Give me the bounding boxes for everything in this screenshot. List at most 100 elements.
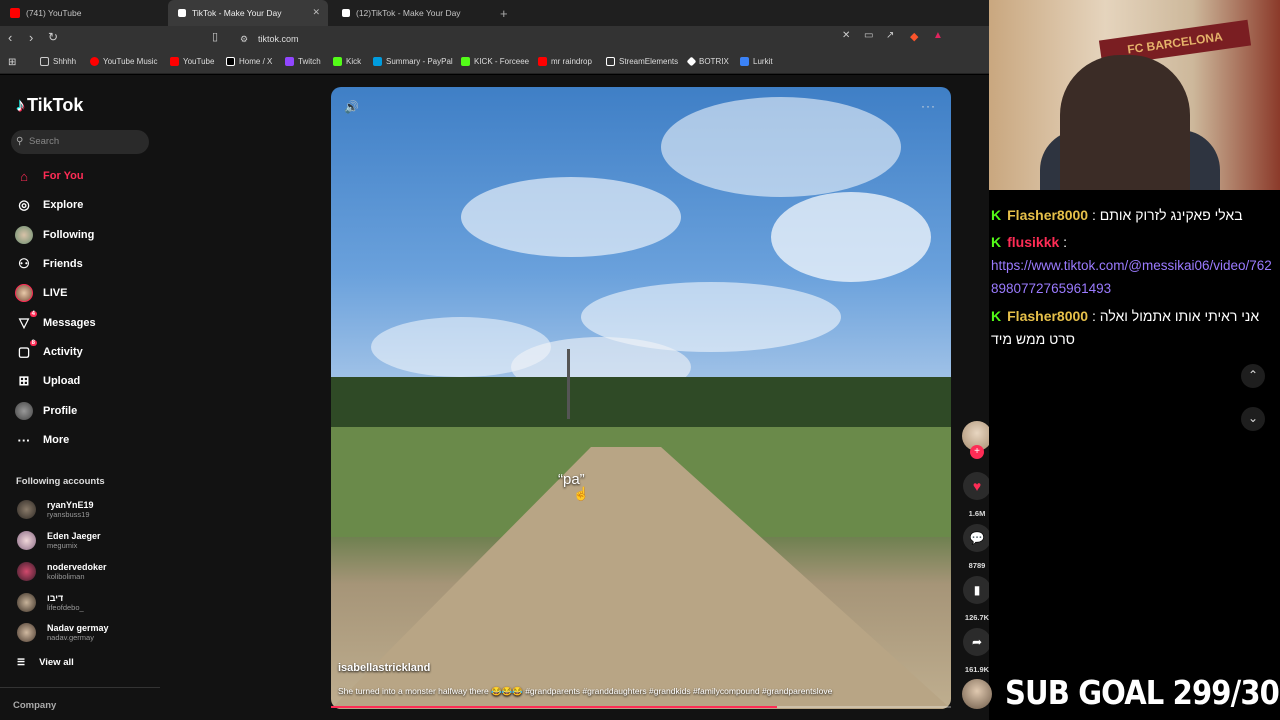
bookmark-streamelements[interactable]: StreamElements: [606, 57, 678, 66]
tiktok-logo[interactable]: ♪ TikTok: [16, 95, 83, 116]
save-count: 126.7K: [964, 613, 990, 622]
forward-icon[interactable]: ›: [29, 30, 33, 45]
following-account[interactable]: Eden Jaeger megumix: [17, 531, 101, 550]
search-input[interactable]: ⚲ Search: [11, 130, 149, 154]
following-accounts-title: Following accounts: [16, 476, 105, 487]
like-count: 1.6M: [968, 509, 986, 518]
compass-icon: ◎: [18, 197, 30, 212]
youtube-favicon-icon: [10, 8, 20, 18]
chat-username: Flasher8000: [1007, 308, 1089, 324]
brave-shield-icon[interactable]: ◆: [910, 30, 918, 43]
kick-badge-icon: K: [991, 234, 1002, 250]
friends-icon: ⚇: [18, 256, 30, 271]
bookmark-icon[interactable]: ▯: [212, 30, 218, 43]
cast-icon[interactable]: ▭: [864, 30, 873, 41]
nav-live[interactable]: LIVE: [15, 284, 67, 302]
bookmark-youtube-music[interactable]: YouTube Music: [90, 57, 158, 66]
view-all-link[interactable]: ☰ View all: [17, 657, 74, 668]
rewards-icon[interactable]: ▲: [933, 30, 943, 41]
nav-upload[interactable]: ⊞ Upload: [15, 372, 81, 390]
tab-tiktok-active[interactable]: TikTok - Make Your Day ✕: [168, 0, 328, 26]
nav-explore[interactable]: ◎ Explore: [15, 196, 83, 214]
nav-following[interactable]: Following: [15, 226, 94, 244]
bookmark-save-icon[interactable]: ▮: [963, 576, 991, 604]
tab-label: (741) YouTube: [26, 8, 82, 18]
share-arrow-icon[interactable]: ➦: [963, 628, 991, 656]
volume-icon[interactable]: 🔊: [344, 100, 359, 114]
plus-square-icon: ⊞: [18, 373, 30, 388]
chevron-up-icon[interactable]: ⌃: [1241, 364, 1265, 388]
nav-messages[interactable]: ▽ 4 Messages: [15, 311, 96, 332]
messages-badge: 4: [29, 311, 37, 317]
next-video-avatar[interactable]: [962, 679, 992, 709]
nav-activity[interactable]: ▢ 8 Activity: [15, 340, 83, 361]
more-icon: ···: [17, 432, 31, 448]
following-account[interactable]: nodervedoker koliboliman: [17, 562, 107, 581]
video-player[interactable]: [331, 87, 951, 709]
chat-username: Flasher8000: [1007, 207, 1089, 223]
tiktok-note-icon: ♪: [16, 95, 25, 115]
bookmark-kick[interactable]: Kick: [333, 57, 361, 66]
bookmark-botrix[interactable]: BOTRIX: [686, 56, 729, 67]
tab-youtube[interactable]: (741) YouTube: [0, 0, 168, 26]
site-settings-icon[interactable]: ⚙: [240, 34, 248, 45]
tiktok-favicon-icon: [342, 9, 350, 17]
share-count: 161.9K: [964, 665, 990, 674]
like-action[interactable]: ♥ 1.6M: [962, 472, 992, 518]
follow-plus-icon[interactable]: +: [970, 445, 984, 459]
mute-site-icon[interactable]: ✕: [842, 30, 850, 41]
chat-link[interactable]: https://www.tiktok.com/@messikai06/video…: [991, 258, 1272, 296]
bookmark-twitch[interactable]: Twitch: [285, 57, 321, 66]
hand-cursor-icon: ☝: [573, 486, 590, 501]
profile-avatar-icon: [15, 402, 33, 420]
share-action[interactable]: ➦ 161.9K: [962, 628, 992, 674]
back-icon[interactable]: ‹: [8, 30, 12, 45]
more-options-icon[interactable]: ···: [921, 99, 936, 113]
new-tab-plus-icon[interactable]: +: [500, 6, 508, 21]
save-action[interactable]: ▮ 126.7K: [962, 576, 992, 622]
reload-icon[interactable]: ↻: [48, 30, 58, 44]
nav-for-you[interactable]: ⌂ For You: [15, 167, 83, 185]
bookmark-x[interactable]: Home / X: [226, 57, 272, 66]
following-account[interactable]: ryanYnE19 ryansbuss19: [17, 500, 94, 519]
webcam-person: [1060, 55, 1190, 195]
following-account[interactable]: Nadav germay nadav.germay: [17, 623, 109, 642]
company-link[interactable]: Company: [13, 700, 56, 711]
bookmark-paypal[interactable]: Summary - PayPal: [373, 57, 453, 66]
video-scene: [331, 97, 951, 709]
live-avatar-icon: [15, 284, 33, 302]
search-icon: ⚲: [16, 136, 24, 147]
comment-count: 8789: [968, 561, 986, 570]
close-tab-icon[interactable]: ✕: [312, 7, 320, 18]
avatar: [17, 531, 36, 550]
nav-more[interactable]: ··· More: [15, 431, 70, 449]
home-icon: ⌂: [20, 168, 28, 184]
nav-profile[interactable]: Profile: [15, 402, 77, 420]
following-account[interactable]: דיבו lifeofdebo_: [17, 593, 84, 612]
chat-message: K Flasher8000 : אני ראיתי אותו אתמול ואלה…: [991, 308, 1260, 347]
bookmark-lurkit[interactable]: Lurkit: [740, 57, 773, 66]
tiktok-favicon-icon: [178, 9, 186, 17]
video-username[interactable]: isabellastrickland: [338, 662, 430, 674]
bookmark-kick-forceee[interactable]: KICK - Forceee: [461, 57, 529, 66]
bookmark-shhhh[interactable]: Shhhh: [40, 57, 76, 66]
heart-icon[interactable]: ♥: [963, 472, 991, 500]
chat-text: באלי פאקינג לזרוק אותם: [1099, 207, 1243, 223]
comment-icon[interactable]: 💬: [963, 524, 991, 552]
bookmark-youtube[interactable]: YouTube: [170, 57, 214, 66]
video-description: She turned into a monster halfway there …: [338, 686, 833, 696]
nav-friends[interactable]: ⚇ Friends: [15, 255, 83, 273]
list-icon: ☰: [17, 657, 26, 667]
chat-message: Kflusikkk : https://www.tiktok.com/@mess…: [991, 234, 1272, 296]
chat-username: flusikkk: [1007, 234, 1060, 250]
share-icon[interactable]: ↗: [886, 30, 894, 41]
divider: [0, 687, 160, 688]
apps-grid-icon[interactable]: ⊞: [8, 57, 16, 68]
avatar: [17, 623, 36, 642]
following-avatar-icon: [15, 226, 33, 244]
chevron-down-icon[interactable]: ⌄: [1241, 407, 1265, 431]
comment-action[interactable]: 💬 8789: [962, 524, 992, 570]
bookmark-mr-raindrop[interactable]: mr raindrop: [538, 57, 592, 66]
avatar: [17, 562, 36, 581]
tab-tiktok-2[interactable]: (12)TikTok - Make Your Day: [332, 0, 492, 26]
